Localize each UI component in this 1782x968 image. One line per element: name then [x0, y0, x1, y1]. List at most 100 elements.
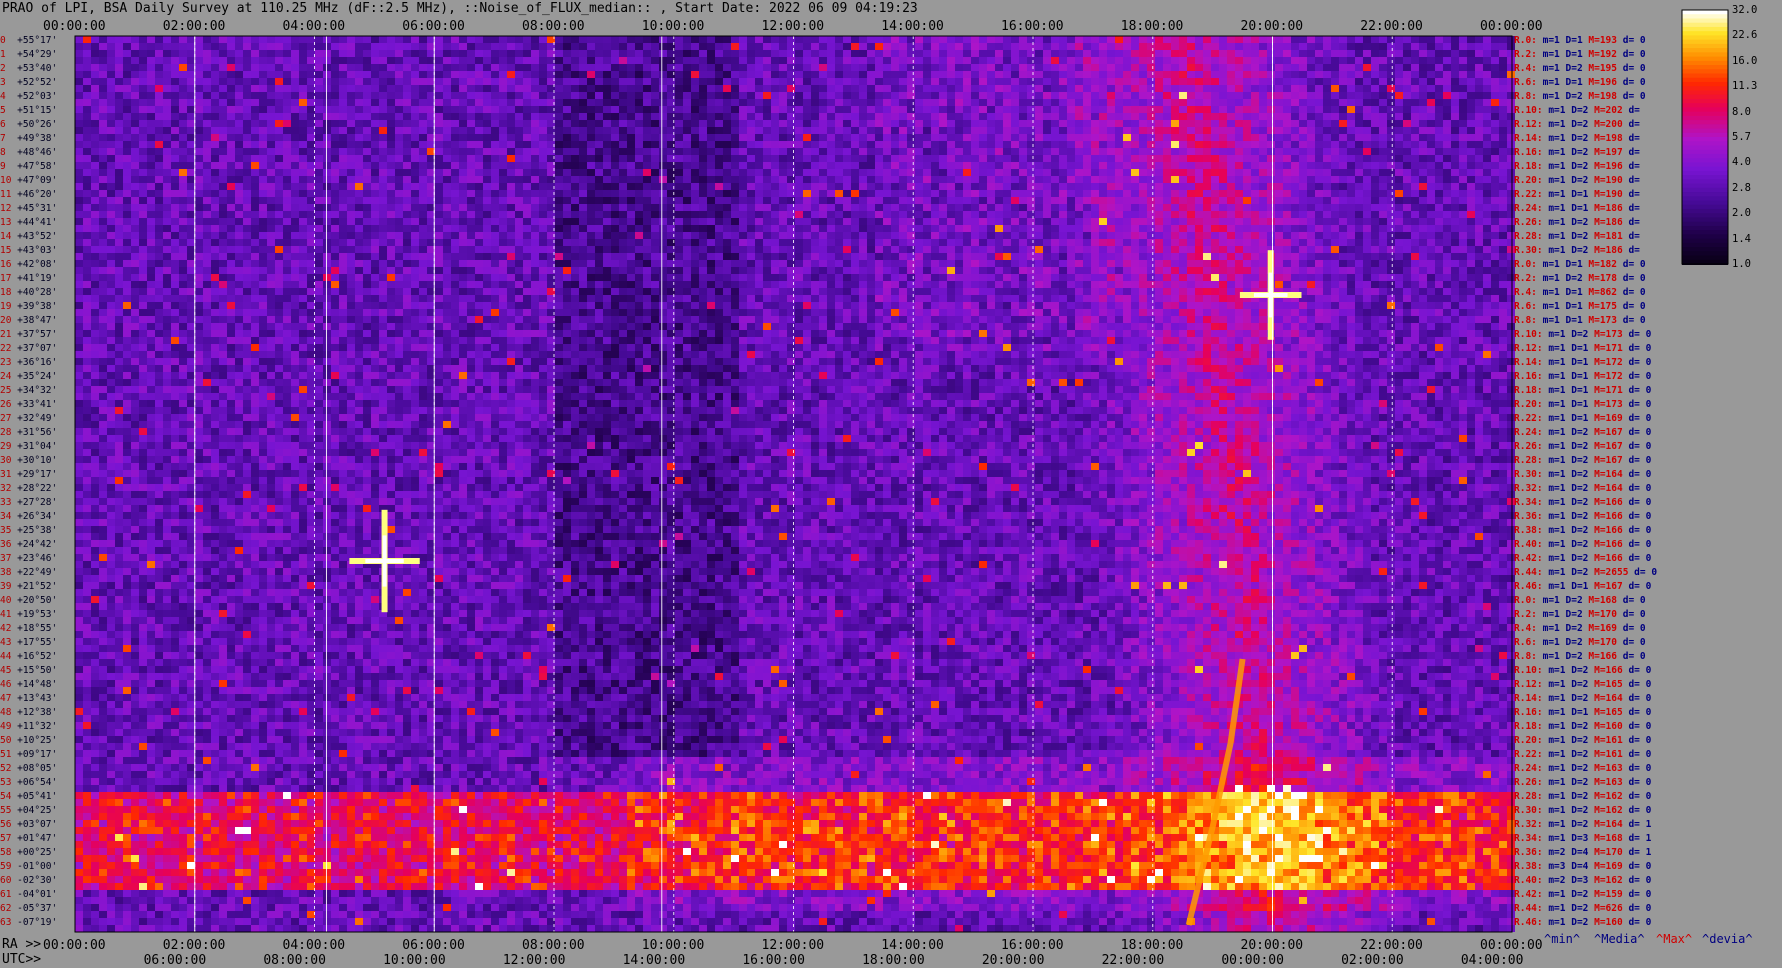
heatmap-cell — [883, 190, 891, 197]
heatmap-cell — [1483, 64, 1491, 71]
heatmap-cell — [1267, 85, 1275, 92]
heatmap-cell — [323, 43, 331, 50]
heatmap-cell — [179, 50, 187, 57]
heatmap-cell — [227, 148, 235, 155]
heatmap-cell — [211, 113, 219, 120]
heatmap-cell — [419, 134, 427, 141]
heatmap-cell — [819, 218, 827, 225]
heatmap-cell — [1395, 204, 1403, 211]
heatmap-cell — [1187, 99, 1195, 106]
heatmap-cell — [707, 50, 715, 57]
heatmap-cell — [243, 113, 251, 120]
heatmap-cell — [451, 169, 459, 176]
heatmap-cell — [1155, 36, 1163, 43]
heatmap-cell — [267, 148, 275, 155]
heatmap-cell — [339, 169, 347, 176]
heatmap-cell — [1395, 50, 1403, 57]
heatmap-cell — [139, 225, 147, 232]
heatmap-cell — [523, 197, 531, 204]
heatmap-cell — [691, 127, 699, 134]
heatmap-cell — [1419, 43, 1427, 50]
heatmap-cell — [347, 190, 355, 197]
heatmap-cell — [451, 204, 459, 211]
heatmap-cell — [1403, 183, 1411, 190]
heatmap-cell — [379, 50, 387, 57]
heatmap-cell — [131, 204, 139, 211]
heatmap-cell — [147, 113, 155, 120]
heatmap-cell — [1123, 71, 1131, 78]
heatmap-cell — [1027, 176, 1035, 183]
heatmap-cell — [931, 183, 939, 190]
heatmap-cell — [971, 211, 979, 218]
heatmap-cell — [315, 197, 323, 204]
heatmap-cell — [531, 155, 539, 162]
heatmap-cell — [1403, 78, 1411, 85]
heatmap-cell — [971, 197, 979, 204]
heatmap-cell — [1027, 197, 1035, 204]
heatmap-cell — [651, 113, 659, 120]
heatmap-cell — [1235, 127, 1243, 134]
heatmap-cell — [387, 57, 395, 64]
heatmap-cell — [171, 120, 179, 127]
heatmap-cell — [91, 190, 99, 197]
heatmap-cell — [299, 92, 307, 99]
heatmap-cell — [371, 43, 379, 50]
heatmap-cell — [179, 71, 187, 78]
heatmap-cell — [1403, 211, 1411, 218]
heatmap-cell — [627, 71, 635, 78]
heatmap-cell — [1011, 99, 1019, 106]
heatmap-cell — [171, 204, 179, 211]
heatmap-cell — [507, 57, 515, 64]
heatmap-cell — [1483, 190, 1491, 197]
heatmap-cell — [139, 197, 147, 204]
heatmap-cell — [1211, 120, 1219, 127]
heatmap-cell — [163, 155, 171, 162]
heatmap-cell — [179, 141, 187, 148]
heatmap-cell — [83, 197, 91, 204]
heatmap-cell — [155, 218, 163, 225]
heatmap-cell — [219, 57, 227, 64]
heatmap-cell — [1355, 169, 1363, 176]
heatmap-cell — [883, 43, 891, 50]
heatmap-cell — [795, 211, 803, 218]
heatmap-cell — [1099, 134, 1107, 141]
heatmap-cell — [715, 190, 723, 197]
heatmap-cell — [1387, 169, 1395, 176]
heatmap-cell — [1355, 204, 1363, 211]
heatmap-cell — [1475, 204, 1483, 211]
heatmap-cell — [1019, 78, 1027, 85]
heatmap-cell — [515, 92, 523, 99]
heatmap-cell — [187, 155, 195, 162]
heatmap-cell — [987, 99, 995, 106]
heatmap-cell — [1491, 197, 1499, 204]
heatmap-cell — [1091, 106, 1099, 113]
heatmap-cell — [1027, 71, 1035, 78]
heatmap-cell — [163, 120, 171, 127]
heatmap-cell — [499, 211, 507, 218]
heatmap-cell — [891, 50, 899, 57]
heatmap-cell — [571, 120, 579, 127]
heatmap-cell — [731, 162, 739, 169]
heatmap-cell — [1083, 155, 1091, 162]
heatmap-cell — [515, 134, 523, 141]
heatmap-cell — [907, 141, 915, 148]
heatmap-cell — [539, 127, 547, 134]
heatmap-cell — [1403, 169, 1411, 176]
heatmap-cell — [227, 218, 235, 225]
heatmap-cell — [707, 64, 715, 71]
heatmap-cell — [987, 43, 995, 50]
heatmap-cell — [1307, 211, 1315, 218]
heatmap-cell — [491, 113, 499, 120]
heatmap-cell — [835, 169, 843, 176]
heatmap-cell — [955, 57, 963, 64]
heatmap-cell — [283, 204, 291, 211]
heatmap-cell — [859, 190, 867, 197]
heatmap-cell — [275, 43, 283, 50]
heatmap-cell — [739, 106, 747, 113]
heatmap-cell — [1347, 204, 1355, 211]
heatmap-cell — [1107, 204, 1115, 211]
heatmap-cell — [931, 162, 939, 169]
heatmap-cell — [1187, 92, 1195, 99]
heatmap-cell — [139, 169, 147, 176]
heatmap-cell — [1491, 169, 1499, 176]
